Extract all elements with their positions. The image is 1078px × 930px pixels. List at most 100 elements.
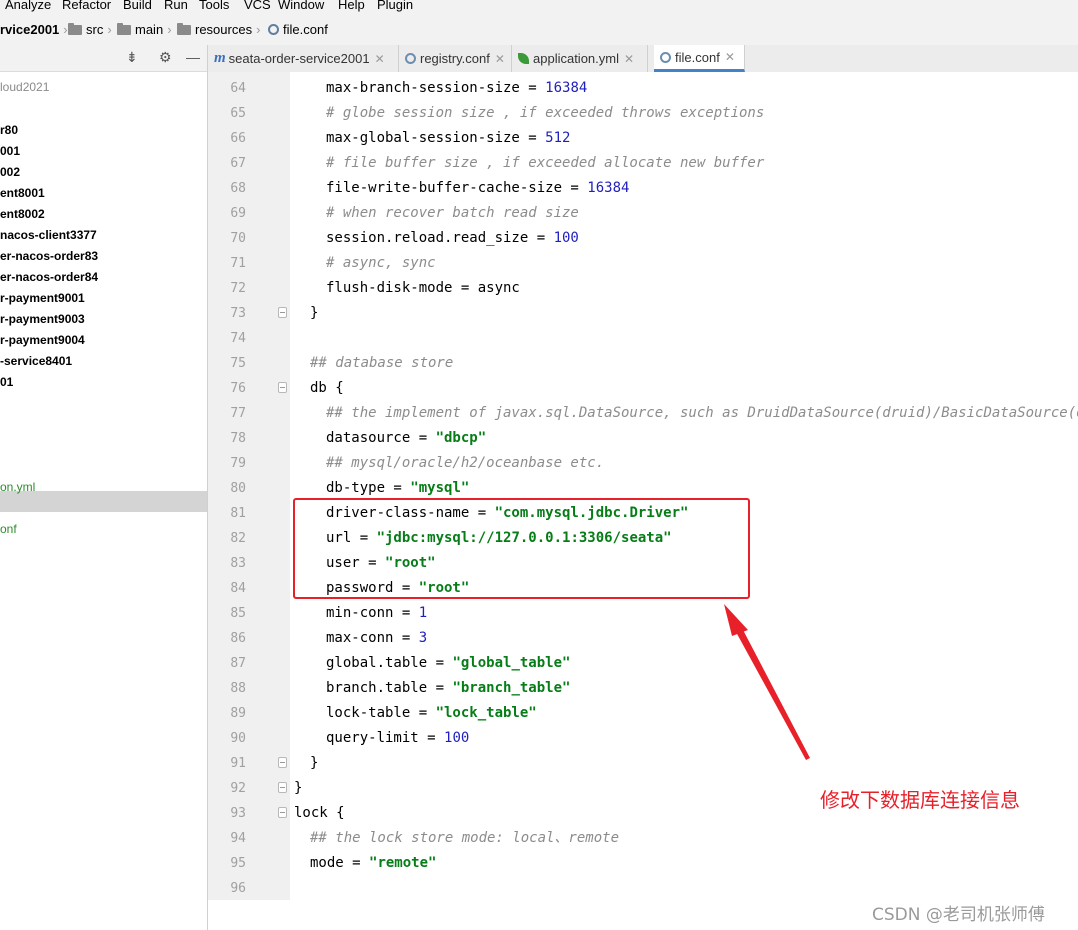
breadcrumb-project[interactable]: rvice2001 › — [0, 22, 72, 37]
menu-vcs[interactable]: VCS — [244, 0, 271, 12]
chevron-right-icon: › — [167, 22, 172, 37]
menu-plugin[interactable]: Plugin — [377, 0, 413, 12]
tree-item[interactable]: 001 — [0, 144, 20, 158]
tab-registry-conf[interactable]: registry.conf ✕ — [399, 45, 512, 72]
code-line: 96 — [208, 876, 1078, 901]
close-icon[interactable]: ✕ — [375, 52, 385, 66]
code-text: min-conn = 1 — [326, 601, 427, 626]
line-number: 80 — [230, 481, 246, 496]
code-line: 66 max-global-session-size = 512 — [208, 126, 1078, 151]
line-number: 95 — [230, 856, 246, 871]
breadcrumb: rvice2001 › src › main › resources › file.co… — [0, 14, 1078, 46]
tree-item[interactable]: r80 — [0, 123, 18, 137]
code-text: global.table = "global_table" — [326, 651, 570, 676]
code-text: branch.table = "branch_table" — [326, 676, 570, 701]
code-text: db { — [310, 376, 344, 401]
collapse-all-icon[interactable]: ⇟ — [126, 49, 138, 66]
code-line: 70 session.reload.read_size = 100 — [208, 226, 1078, 251]
code-token: max-conn = — [326, 630, 419, 646]
line-number: 88 — [230, 681, 246, 696]
code-line: 64 max-branch-session-size = 16384 — [208, 76, 1078, 101]
line-number: 73 — [230, 306, 246, 321]
code-text: # file buffer size , if exceeded allocat… — [326, 151, 764, 176]
code-line: 87 global.table = "global_table" — [208, 651, 1078, 676]
breadcrumb-file[interactable]: file.conf — [268, 22, 328, 37]
line-number: 90 — [230, 731, 246, 746]
line-number: 83 — [230, 556, 246, 571]
gear-icon[interactable]: ⚙ — [159, 49, 172, 66]
tree-item[interactable]: ent8001 — [0, 186, 45, 200]
code-text: } — [310, 751, 318, 776]
code-number: 512 — [545, 130, 571, 146]
code-line: 90 query-limit = 100 — [208, 726, 1078, 751]
breadcrumb-resources[interactable]: resources › — [177, 22, 264, 37]
code-token: session.reload.read_size = — [326, 230, 554, 246]
code-comment: ## database store — [310, 355, 454, 371]
code-text: datasource = "dbcp" — [326, 426, 486, 451]
tab-application-yml[interactable]: application.yml ✕ — [512, 45, 648, 72]
tree-item[interactable]: 002 — [0, 165, 20, 179]
tree-item[interactable]: on.yml — [0, 480, 35, 494]
fold-marker-icon[interactable] — [278, 807, 287, 818]
breadcrumb-src[interactable]: src › — [68, 22, 116, 37]
line-number: 78 — [230, 431, 246, 446]
project-panel: ⇟ ⚙ — loud2021 r80 001 002 ent8001 ent8002 nac… — [0, 45, 208, 930]
line-number: 87 — [230, 656, 246, 671]
menu-window[interactable]: Window — [278, 0, 324, 12]
menu-tools[interactable]: Tools — [199, 0, 229, 12]
code-number: 16384 — [587, 180, 630, 196]
code-line: 65 # globe session size , if exceeded thr… — [208, 101, 1078, 126]
tree-item[interactable]: onf — [0, 522, 17, 536]
code-text: # async, sync — [326, 251, 436, 276]
code-text: # when recover batch read size — [326, 201, 579, 226]
tree-item[interactable]: er-nacos-order83 — [0, 249, 98, 263]
code-line: 74 — [208, 326, 1078, 351]
line-number: 72 — [230, 281, 246, 296]
line-number: 69 — [230, 206, 246, 221]
close-icon[interactable]: ✕ — [495, 52, 505, 66]
tree-item[interactable]: nacos-client3377 — [0, 228, 97, 242]
code-comment: # globe session size , if exceeded throw… — [326, 105, 765, 121]
selected-tree-row[interactable] — [0, 491, 207, 512]
fold-marker-icon[interactable] — [278, 782, 287, 793]
tree-item[interactable]: r-payment9001 — [0, 291, 85, 305]
code-line: 86 max-conn = 3 — [208, 626, 1078, 651]
tree-item[interactable]: 01 — [0, 375, 13, 389]
hide-panel-icon[interactable]: — — [186, 49, 200, 65]
tree-item[interactable]: -service8401 — [0, 354, 72, 368]
fold-marker-icon[interactable] — [278, 757, 287, 768]
menu-build[interactable]: Build — [123, 0, 152, 12]
breadcrumb-main[interactable]: main › — [117, 22, 176, 37]
code-string: "mysql" — [410, 480, 470, 496]
code-text: # globe session size , if exceeded throw… — [326, 101, 764, 126]
line-number: 71 — [230, 256, 246, 271]
close-icon[interactable]: ✕ — [725, 50, 735, 64]
code-token: flush-disk-mode = async — [326, 280, 520, 296]
spring-leaf-icon — [518, 53, 529, 64]
tree-item[interactable]: loud2021 — [0, 80, 49, 94]
code-text: } — [294, 776, 302, 801]
code-text: } — [310, 301, 318, 326]
config-file-icon — [660, 51, 671, 63]
fold-marker-icon[interactable] — [278, 307, 287, 318]
tree-item[interactable]: r-payment9004 — [0, 333, 85, 347]
menu-refactor[interactable]: Refactor — [62, 0, 111, 12]
code-token: max-branch-session-size = — [326, 80, 546, 96]
tab-file-conf[interactable]: file.conf ✕ — [654, 45, 745, 72]
tree-item[interactable]: ent8002 — [0, 207, 45, 221]
line-number: 79 — [230, 456, 246, 471]
fold-marker-icon[interactable] — [278, 382, 287, 393]
close-icon[interactable]: ✕ — [624, 52, 634, 66]
line-number: 94 — [230, 831, 246, 846]
tree-item[interactable]: er-nacos-order84 — [0, 270, 98, 284]
code-text: ## mysql/oracle/h2/oceanbase etc. — [326, 451, 604, 476]
menu-help[interactable]: Help — [338, 0, 365, 12]
annotation-note: 修改下数据库连接信息 — [820, 788, 1020, 812]
menu-analyze[interactable]: Analyze — [5, 0, 51, 12]
menu-run[interactable]: Run — [164, 0, 188, 12]
maven-icon: m — [214, 50, 226, 66]
code-line: 76 db { — [208, 376, 1078, 401]
code-token: min-conn = — [326, 605, 419, 621]
tree-item[interactable]: r-payment9003 — [0, 312, 85, 326]
tab-seata-order-service2001[interactable]: m seata-order-service2001 ✕ — [208, 45, 399, 72]
